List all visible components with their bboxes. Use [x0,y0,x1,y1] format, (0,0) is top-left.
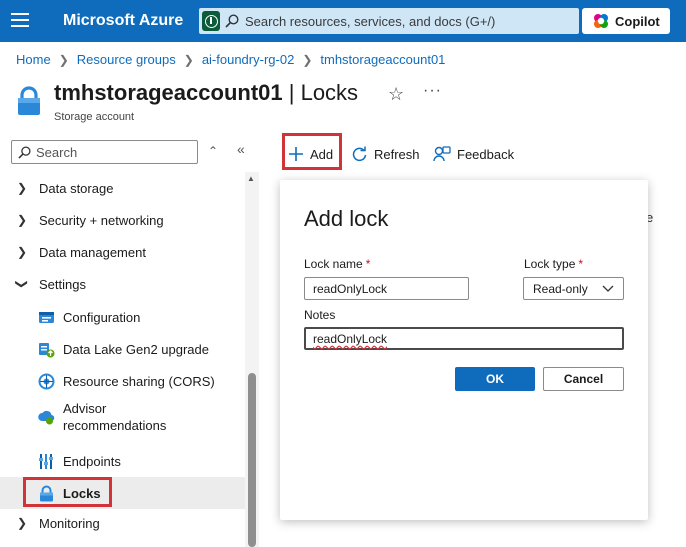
data-lake-icon [39,342,55,357]
sidebar-item-label: Advisor recommendations [63,400,166,434]
sidebar-item-label: Settings [39,276,86,292]
notes-label: Notes [304,308,336,322]
global-search-placeholder: Search resources, services, and docs (G+… [245,14,496,29]
notes-field[interactable]: readOnlyLock [304,327,624,350]
lock-name-field[interactable]: readOnlyLock [304,277,469,300]
sidebar-item-configuration[interactable]: Configuration [0,301,245,333]
favorite-star-icon[interactable]: ☆ [388,84,404,105]
breadcrumb-storage-account[interactable]: tmhstorageaccount01 [320,52,445,67]
page-subtitle: Storage account [54,111,135,123]
locks-highlight [23,477,112,507]
global-search-input[interactable]: Search resources, services, and docs (G+… [199,8,579,34]
search-icon [225,14,239,28]
upgrade-icon[interactable] [202,11,220,31]
chevron-right-icon: ❯ [17,516,28,530]
page-title-resource: tmhstorageaccount01 [54,80,283,105]
advisor-icon [38,410,55,425]
refresh-icon [352,146,367,161]
lock-type-label: Lock type * [524,257,583,271]
sidebar-item-data-lake-gen2-upgrade[interactable]: Data Lake Gen2 upgrade [0,333,245,365]
configuration-icon [39,311,54,323]
sidebar-item-settings[interactable]: ❯ Settings [0,268,245,300]
lock-type-value: Read-only [533,282,588,296]
feedback-button-label: Feedback [457,146,515,162]
sidebar-item-label: Endpoints [63,453,121,469]
sidebar-item-advisor-recommendations[interactable]: Advisor recommendations [0,397,245,437]
expand-collapse-icon[interactable]: ⌃ [208,144,218,158]
chevron-right-icon: ❯ [17,213,28,227]
chevron-right-icon: ❯ [17,245,28,259]
sidebar-item-label: Data Lake Gen2 upgrade [63,341,209,357]
required-mark: * [578,257,584,271]
sidebar-item-label: Configuration [63,309,141,325]
sidebar-item-monitoring[interactable]: ❯ Monitoring [0,507,245,539]
more-options-icon[interactable]: ··· [423,82,442,100]
breadcrumb-resource-groups[interactable]: Resource groups [77,52,176,67]
required-mark: * [365,257,371,271]
top-bar: Microsoft Azure Search resources, servic… [0,0,686,42]
notes-value: readOnlyLock [313,332,388,346]
lock-name-label: Lock name * [304,257,370,271]
page-title: tmhstorageaccount01 | Locks [54,80,358,106]
sidebar-item-label: Resource sharing (CORS) [63,373,215,389]
dialog-title: Add lock [304,206,389,231]
sidebar-item-data-management[interactable]: ❯ Data management [0,236,245,268]
lock-type-select[interactable]: Read-only [523,277,624,300]
advisor-label-line2: recommendations [63,418,167,433]
chevron-right-icon: ❯ [17,181,28,195]
copilot-button[interactable]: Copilot [582,8,670,34]
chevron-right-icon: ❯ [302,52,313,67]
cancel-button[interactable]: Cancel [543,367,624,391]
copilot-label: Copilot [615,13,660,29]
cors-icon [38,373,55,389]
refresh-button[interactable]: Refresh [351,140,420,168]
sidebar-item-label: Monitoring [39,515,100,531]
sidebar-item-label: Data storage [39,180,114,196]
copilot-icon [594,14,608,28]
sidebar-item-label: Security + networking [39,212,164,228]
chevron-right-icon: ❯ [183,52,194,67]
feedback-button[interactable]: Feedback [433,140,514,168]
scroll-thumb[interactable] [248,373,256,547]
collapse-sidebar-icon[interactable]: « [237,141,245,157]
search-icon [18,146,31,159]
sidebar-scrollbar[interactable]: ▲ [245,172,259,547]
sidebar-item-resource-sharing-cors[interactable]: Resource sharing (CORS) [0,365,245,397]
lock-icon [18,86,40,115]
ok-button[interactable]: OK [455,367,535,391]
sidebar-item-endpoints[interactable]: Endpoints [0,445,245,477]
endpoints-icon [39,453,53,469]
breadcrumb: Home ❯ Resource groups ❯ ai-foundry-rg-0… [16,52,445,67]
sidebar-search-placeholder: Search [36,145,78,160]
breadcrumb-home[interactable]: Home [16,52,51,67]
lock-name-label-text: Lock name [304,257,363,271]
sidebar-item-label: Data management [39,244,146,260]
refresh-button-label: Refresh [374,146,420,162]
sidebar-item-security-networking[interactable]: ❯ Security + networking [0,204,245,236]
page-title-suffix: | Locks [288,80,359,105]
scroll-up-icon[interactable]: ▲ [247,174,255,183]
brand-title[interactable]: Microsoft Azure [63,12,183,30]
chevron-down-icon [602,285,614,292]
add-lock-dialog: Add lock Lock name * readOnlyLock Lock ty… [280,180,648,520]
chevron-right-icon: ❯ [58,52,69,67]
lock-name-value: readOnlyLock [313,282,388,296]
add-button-highlight [282,133,342,170]
breadcrumb-resource-group[interactable]: ai-foundry-rg-02 [202,52,295,67]
hamburger-menu-icon[interactable] [11,13,29,29]
feedback-icon [433,145,451,161]
sidebar-item-data-storage[interactable]: ❯ Data storage [0,172,245,204]
chevron-down-icon: ❯ [15,279,29,290]
sidebar-search-input[interactable]: Search [11,140,198,164]
advisor-label-line1: Advisor [63,401,107,416]
lock-type-label-text: Lock type [524,257,576,271]
